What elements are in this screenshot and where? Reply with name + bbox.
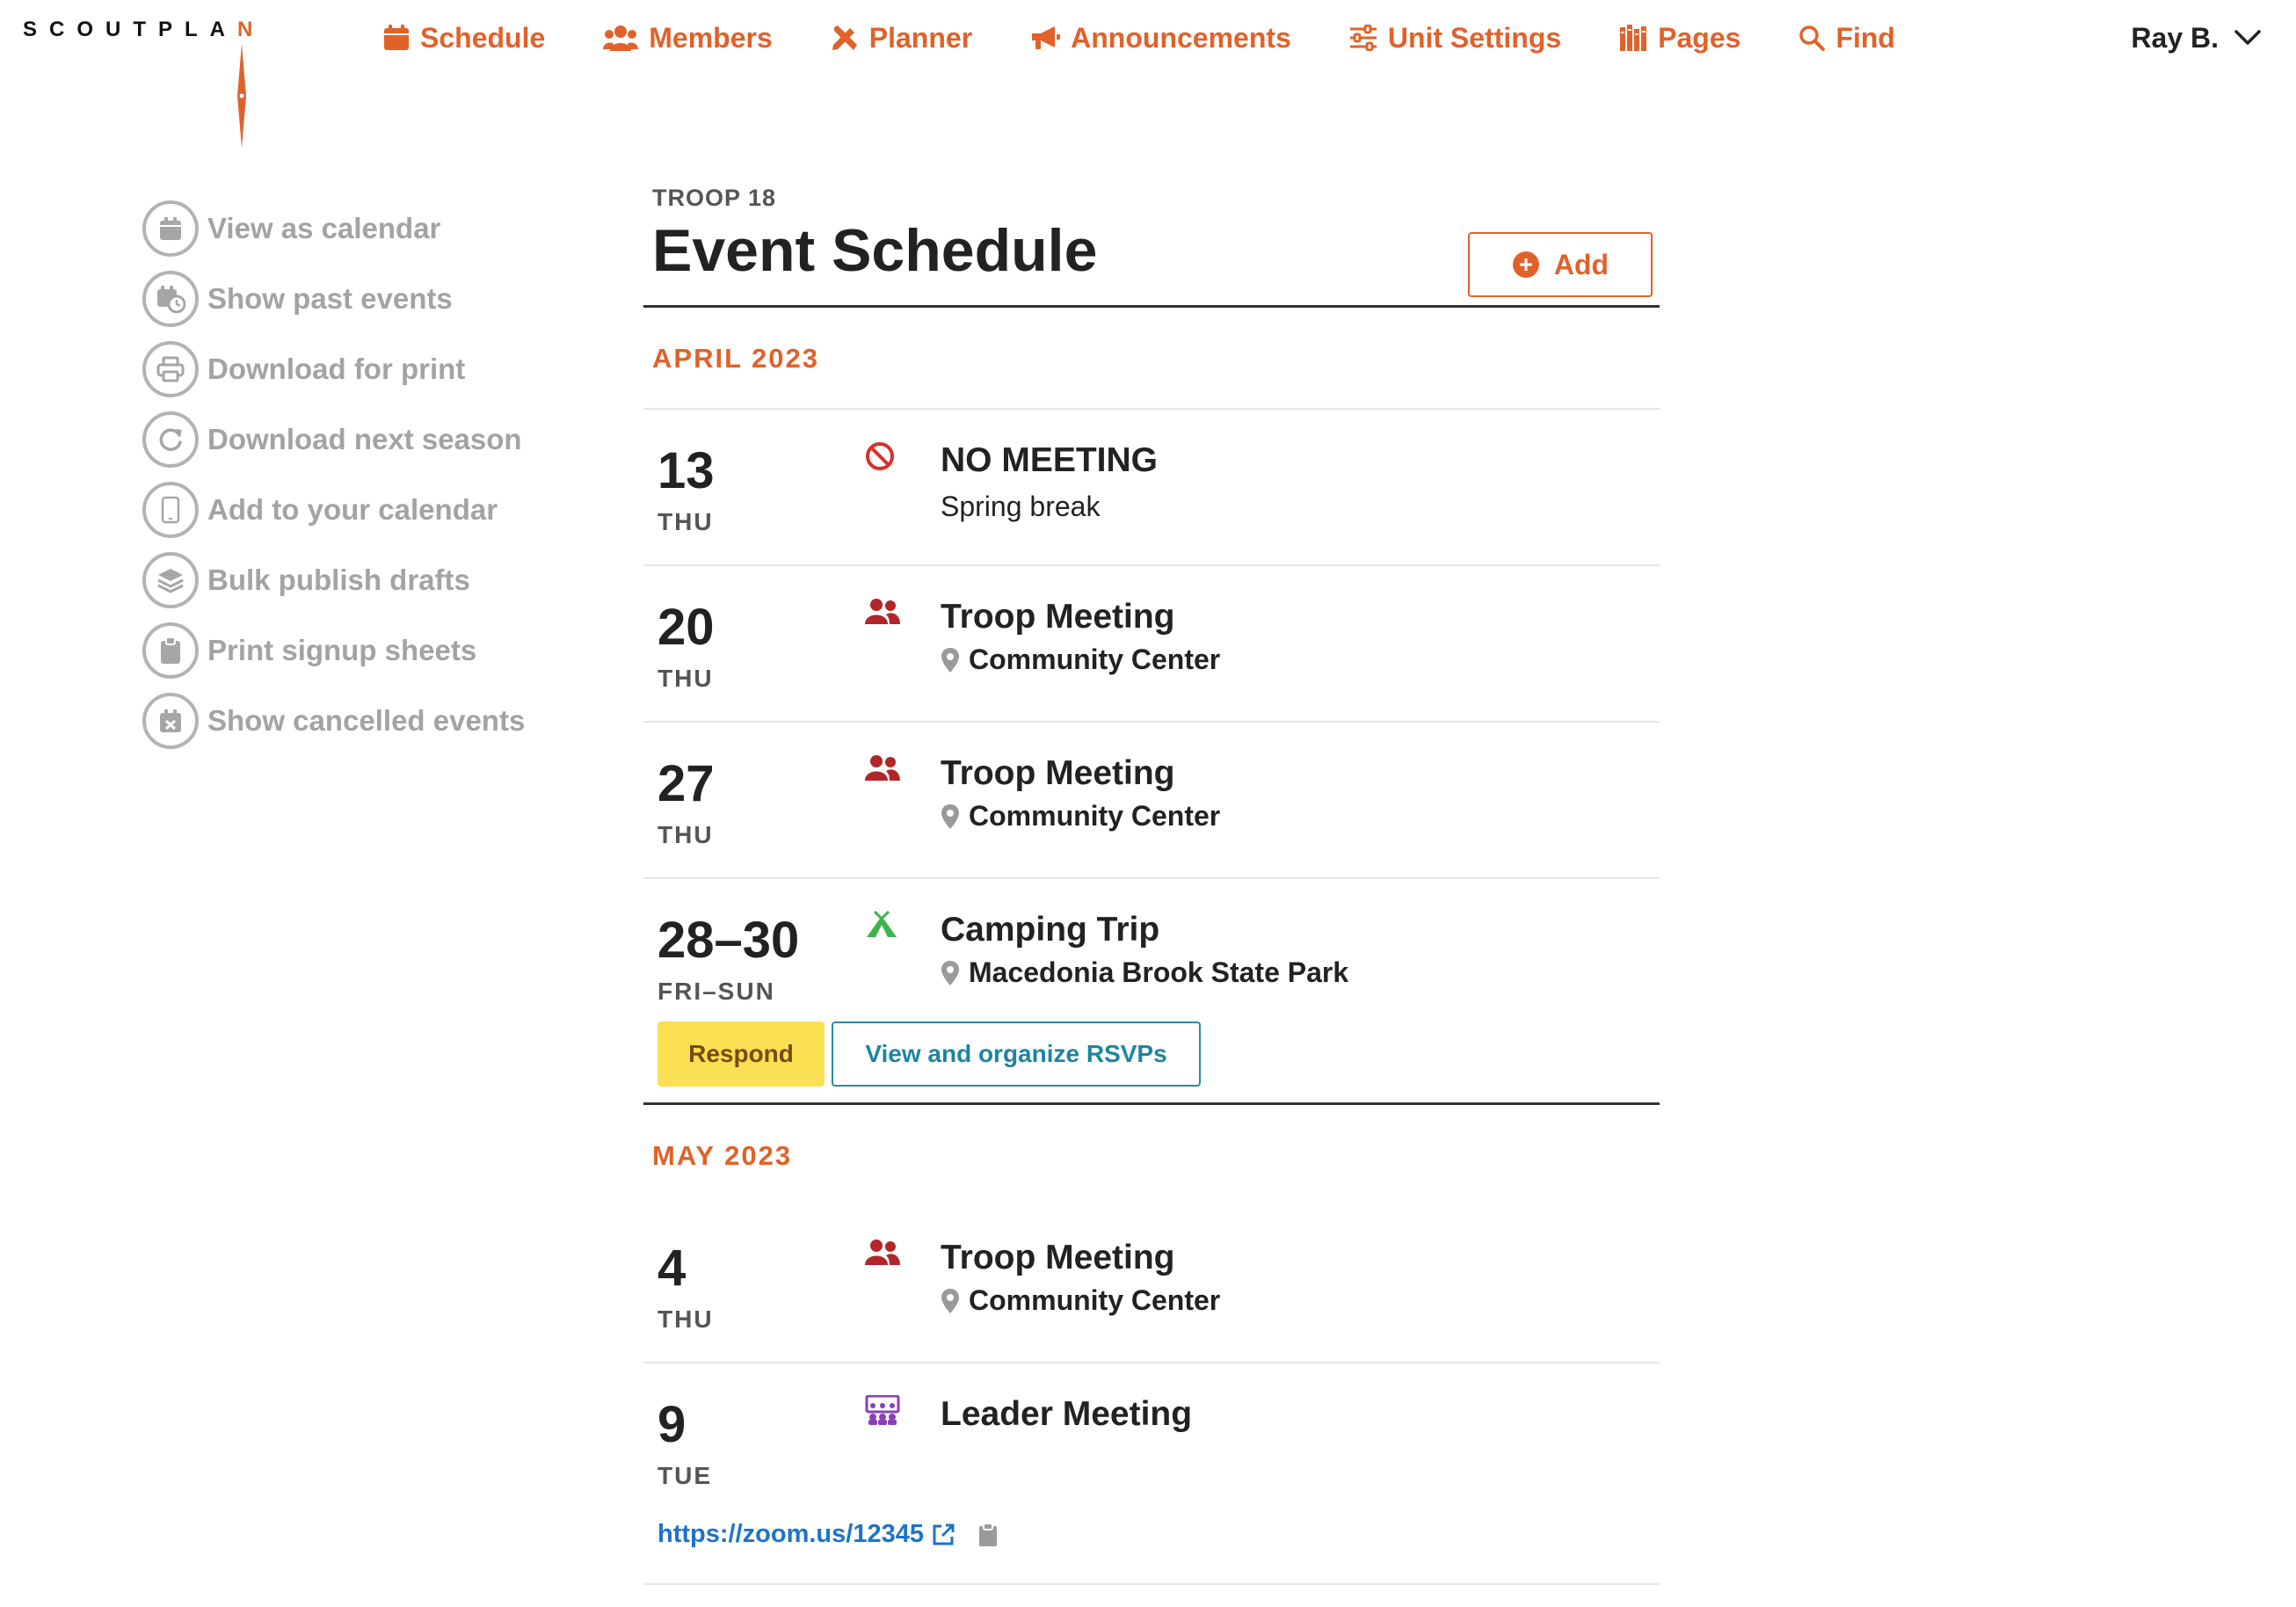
view-rsvps-button[interactable]: View and organize RSVPs bbox=[832, 1022, 1201, 1087]
refresh-icon bbox=[142, 411, 199, 468]
event-row[interactable]: 4 THU Troop Meeting Community Center bbox=[643, 1205, 1660, 1362]
view-as-calendar-link[interactable]: View as calendar bbox=[142, 193, 547, 264]
event-row[interactable]: 20 THU Troop Meeting Community Center bbox=[643, 564, 1660, 721]
event-weekday: THU bbox=[658, 821, 714, 848]
calendar-icon bbox=[142, 200, 199, 257]
leader-meeting-icon bbox=[865, 1395, 900, 1425]
clipboard-icon bbox=[142, 622, 199, 679]
event-schedule-panel: TROOP 18 Event Schedule Add APRIL 2023 1… bbox=[643, 185, 1660, 1585]
clipboard-copy-icon[interactable] bbox=[978, 1522, 998, 1547]
troop-meeting-icon bbox=[865, 1240, 900, 1265]
event-weekday: FRI–SUN bbox=[658, 978, 775, 1005]
pencil-ruler-icon bbox=[832, 25, 857, 50]
event-location: Community Center bbox=[941, 800, 1220, 833]
chevron-down-icon bbox=[2234, 30, 2261, 45]
logo-wordmark: SCOUTPLAN bbox=[23, 18, 265, 41]
event-subtitle: Spring break bbox=[941, 491, 1101, 522]
divider bbox=[643, 1583, 1660, 1585]
calendar-icon bbox=[384, 25, 409, 50]
external-link-icon[interactable] bbox=[931, 1523, 955, 1547]
printer-icon bbox=[142, 341, 199, 397]
event-title[interactable]: NO MEETING bbox=[941, 441, 1158, 480]
nav-find[interactable]: Find bbox=[1798, 22, 1895, 55]
map-pin-icon bbox=[941, 647, 959, 673]
event-location: Macedonia Brook State Park bbox=[941, 956, 1348, 989]
event-weekday: THU bbox=[658, 1305, 714, 1333]
map-pin-icon bbox=[941, 1288, 959, 1313]
layers-icon bbox=[142, 552, 199, 608]
search-icon bbox=[1799, 25, 1826, 51]
event-day: 20 bbox=[658, 599, 715, 656]
nav-pages[interactable]: Pages bbox=[1619, 22, 1740, 55]
event-title[interactable]: Camping Trip bbox=[941, 911, 1159, 949]
calendar-x-icon bbox=[142, 693, 199, 749]
users-icon bbox=[603, 25, 639, 51]
nav-unit-settings[interactable]: Unit Settings bbox=[1349, 22, 1561, 55]
add-event-button[interactable]: Add bbox=[1468, 232, 1653, 297]
respond-button[interactable]: Respond bbox=[658, 1022, 825, 1087]
event-row[interactable]: 27 THU Troop Meeting Community Center bbox=[643, 721, 1660, 877]
event-weekday: THU bbox=[658, 508, 714, 535]
event-day: 28–30 bbox=[658, 912, 800, 969]
show-past-events-link[interactable]: Show past events bbox=[142, 264, 547, 334]
event-location: Community Center bbox=[941, 644, 1220, 676]
event-title[interactable]: Troop Meeting bbox=[941, 598, 1175, 636]
meeting-link-row: https://zoom.us/12345 bbox=[658, 1520, 998, 1549]
tent-icon bbox=[867, 911, 897, 937]
megaphone-icon bbox=[1032, 26, 1061, 49]
books-icon bbox=[1620, 25, 1647, 51]
event-weekday: THU bbox=[658, 665, 714, 692]
event-day: 9 bbox=[658, 1396, 687, 1453]
unit-label: TROOP 18 bbox=[652, 185, 777, 211]
user-name: Ray B. bbox=[2131, 21, 2219, 54]
month-heading: APRIL 2023 bbox=[652, 343, 820, 374]
phone-icon bbox=[142, 482, 199, 538]
troop-meeting-icon bbox=[865, 599, 900, 624]
map-pin-icon bbox=[941, 804, 959, 829]
event-weekday: TUE bbox=[658, 1462, 712, 1489]
event-day: 13 bbox=[658, 442, 715, 499]
schedule-actions-sidebar: View as calendar Show past events Downlo… bbox=[142, 193, 547, 756]
show-cancelled-events-link[interactable]: Show cancelled events bbox=[142, 686, 547, 756]
event-day: 27 bbox=[658, 755, 715, 812]
scoutplan-logo[interactable]: SCOUTPLAN bbox=[23, 18, 260, 148]
download-for-print-link[interactable]: Download for print bbox=[142, 334, 547, 404]
add-to-your-calendar-link[interactable]: Add to your calendar bbox=[142, 475, 547, 545]
download-next-season-link[interactable]: Download next season bbox=[142, 404, 547, 475]
sliders-icon bbox=[1349, 25, 1377, 51]
troop-meeting-icon bbox=[865, 755, 900, 781]
calendar-clock-icon bbox=[142, 271, 199, 327]
user-menu[interactable]: Ray B. bbox=[2131, 16, 2261, 60]
event-row[interactable]: 28–30 FRI–SUN Camping Trip Macedonia Bro… bbox=[643, 877, 1660, 1102]
print-signup-sheets-link[interactable]: Print signup sheets bbox=[142, 615, 547, 686]
event-title[interactable]: Troop Meeting bbox=[941, 754, 1175, 793]
event-location: Community Center bbox=[941, 1284, 1220, 1317]
bulk-publish-drafts-link[interactable]: Bulk publish drafts bbox=[142, 545, 547, 615]
nav-announcements[interactable]: Announcements bbox=[1030, 22, 1291, 55]
plus-circle-icon bbox=[1512, 251, 1539, 278]
event-actions: Respond View and organize RSVPs bbox=[658, 1022, 1201, 1087]
compass-needle-icon bbox=[237, 44, 246, 148]
event-row[interactable]: 13 THU NO MEETING Spring break bbox=[643, 408, 1660, 564]
top-navigation: Schedule Members Planner Announcements U… bbox=[383, 16, 1953, 60]
no-meeting-icon bbox=[866, 442, 894, 470]
map-pin-icon bbox=[941, 960, 959, 985]
zoom-link[interactable]: https://zoom.us/12345 bbox=[658, 1520, 924, 1549]
nav-schedule[interactable]: Schedule bbox=[383, 22, 545, 55]
nav-planner[interactable]: Planner bbox=[831, 22, 972, 55]
event-title[interactable]: Troop Meeting bbox=[941, 1239, 1175, 1277]
month-heading: MAY 2023 bbox=[652, 1140, 793, 1171]
event-row[interactable]: 9 TUE Leader Meeting https://zoom.us/123… bbox=[643, 1362, 1660, 1583]
event-day: 4 bbox=[658, 1240, 687, 1297]
event-title[interactable]: Leader Meeting bbox=[941, 1395, 1192, 1434]
nav-members[interactable]: Members bbox=[603, 22, 773, 55]
